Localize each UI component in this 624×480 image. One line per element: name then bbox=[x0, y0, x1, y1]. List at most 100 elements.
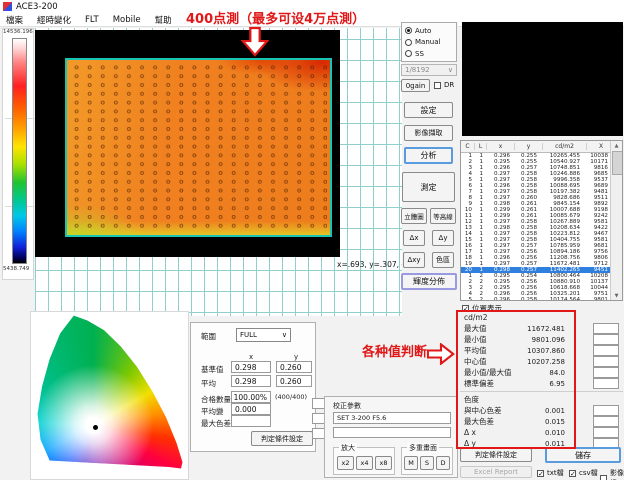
radio-auto[interactable]: Auto bbox=[405, 27, 456, 35]
luminance-dist-button[interactable]: 輝度分佈 bbox=[401, 273, 457, 290]
stats-divider bbox=[460, 391, 623, 392]
right-arrow-icon bbox=[427, 343, 455, 365]
export-csv-checkbox[interactable]: csv檔 bbox=[569, 468, 598, 478]
col-x-header: x bbox=[249, 353, 253, 361]
measure-button[interactable]: 測定 bbox=[402, 172, 455, 202]
image-capture-button[interactable]: 影像擷取 bbox=[404, 125, 453, 141]
col-y-header: y bbox=[294, 353, 298, 361]
range-panel: 範圍 FULL ∨ x y 基準值 0.298 0.260 平均 0.298 0… bbox=[190, 322, 316, 452]
multi-s-button[interactable]: S bbox=[420, 456, 434, 470]
radio-ss-label: SS bbox=[415, 50, 424, 58]
annotation-point-count: 400点測（最多可设4万点測） bbox=[186, 8, 365, 27]
dr-label: DR bbox=[444, 81, 454, 89]
radio-manual[interactable]: Manual bbox=[405, 38, 456, 46]
colorbar-gradient bbox=[12, 38, 27, 264]
stats-lum-rows: 最大值11672.481最小值9801.096平均值10307.860中心值10… bbox=[460, 323, 623, 389]
gain-button[interactable]: 0gain bbox=[401, 79, 430, 92]
ref-y-field[interactable]: 0.260 bbox=[276, 361, 312, 373]
pass-count-label: 合格數量 bbox=[201, 394, 231, 405]
calibration-title: 校正參數 bbox=[333, 401, 361, 411]
zoom-x8-button[interactable]: x8 bbox=[375, 456, 392, 470]
max-colordiff-label: 最大色差 bbox=[201, 418, 231, 429]
stat-row: 最大色差0.015 bbox=[460, 416, 623, 427]
export-image-checkbox[interactable]: 影像檔 bbox=[600, 468, 624, 480]
max-colordiff-field[interactable] bbox=[231, 415, 271, 427]
table-scrollbar[interactable]: ▲ ▼ bbox=[610, 141, 622, 300]
dr-checkbox-icon bbox=[434, 82, 441, 89]
camera-preview[interactable] bbox=[462, 22, 623, 136]
pass-percent-field: 100.00% bbox=[231, 391, 271, 403]
radio-auto-label: Auto bbox=[415, 27, 431, 35]
radio-auto-icon bbox=[405, 27, 412, 34]
txt-label: txt檔 bbox=[547, 468, 564, 478]
colorbar-min-label: 5438.749 bbox=[3, 266, 29, 272]
export-txt-checkbox[interactable]: txt檔 bbox=[537, 468, 564, 478]
menu-item-time-change[interactable]: 經時變化 bbox=[37, 14, 71, 26]
multi-screen-group: 多重畫面 M S D bbox=[401, 447, 453, 475]
calibration-value-field[interactable]: SET 3-200 F5.6 bbox=[333, 412, 451, 424]
color-area-button[interactable]: 色區 bbox=[432, 252, 454, 268]
multi-d-button[interactable]: D bbox=[436, 456, 450, 470]
judge-setting-button-right[interactable]: 判定條件設定 bbox=[460, 448, 532, 462]
ref-x-field[interactable]: 0.298 bbox=[231, 361, 271, 373]
zoom-group: 放大 x2 x4 x8 bbox=[333, 447, 395, 475]
judge-result-box bbox=[593, 378, 619, 389]
menu-item-file[interactable]: 檔案 bbox=[6, 14, 23, 26]
radio-manual-label: Manual bbox=[415, 38, 440, 46]
shutter-select[interactable]: 1/8192 ∨ bbox=[401, 64, 457, 76]
measurement-table-body[interactable]: 110.2960.25510265.45510038210.2950.25510… bbox=[461, 153, 622, 301]
judge-result-box bbox=[593, 416, 619, 427]
zoom-x4-button[interactable]: x4 bbox=[356, 456, 373, 470]
range-select[interactable]: FULL ∨ bbox=[236, 328, 291, 342]
menu-item-help[interactable]: 幫助 bbox=[155, 14, 172, 26]
measurement-table[interactable]: C L x y cd/m2 X 110.2960.25510265.455100… bbox=[460, 140, 623, 301]
analyze-button[interactable]: 分析 bbox=[404, 147, 453, 164]
avg-variation-field[interactable]: 0.000 bbox=[231, 403, 271, 415]
delta-x-button[interactable]: Δx bbox=[403, 230, 425, 246]
judge-setting-button-mid[interactable]: 判定條件設定 bbox=[251, 431, 313, 446]
judge-result-box bbox=[593, 405, 619, 416]
annotation-judge: 各种值判断 bbox=[362, 341, 427, 360]
scroll-down-icon[interactable]: ▼ bbox=[611, 291, 622, 300]
scrollbar-thumb[interactable] bbox=[612, 151, 623, 175]
menu-item-flt[interactable]: FLT bbox=[85, 15, 99, 25]
luminance-heatmap[interactable] bbox=[65, 58, 332, 237]
contour-button[interactable]: 等高線 bbox=[430, 208, 456, 224]
menu-item-mobile[interactable]: Mobile bbox=[113, 15, 141, 25]
judge-result-box bbox=[593, 334, 619, 345]
capture-mode-group: Auto Manual SS bbox=[401, 22, 457, 62]
stats-panel: cd/m2 最大值11672.481最小值9801.096平均值10307.86… bbox=[460, 312, 623, 449]
judge-result-box bbox=[593, 345, 619, 356]
colorbar-max-label: 14536.196 bbox=[3, 29, 33, 35]
avg-x-field[interactable]: 0.298 bbox=[231, 375, 271, 387]
dr-checkbox[interactable]: DR bbox=[434, 81, 454, 89]
scroll-up-icon[interactable]: ▲ bbox=[611, 141, 622, 150]
shutter-value: 1/8192 bbox=[405, 66, 430, 74]
table-row[interactable]: 520.2960.25810174.5649801 bbox=[461, 297, 622, 301]
radio-ss[interactable]: SS bbox=[405, 50, 456, 58]
excel-report-button: Excel Report bbox=[460, 466, 532, 478]
table-header: C L x y cd/m2 X bbox=[461, 141, 622, 153]
down-arrow-icon bbox=[241, 26, 269, 58]
calibration-value2-field[interactable] bbox=[333, 427, 451, 438]
txt-check-icon bbox=[537, 470, 544, 477]
delta-xy-button[interactable]: Δxy bbox=[403, 252, 425, 268]
view-3d-button[interactable]: 立體圖 bbox=[401, 208, 427, 224]
stat-row: 最小值9801.096 bbox=[460, 334, 623, 345]
save-button[interactable]: 儲存 bbox=[545, 447, 621, 463]
window-title: ACE3-200 bbox=[16, 2, 58, 12]
judge-result-box bbox=[593, 323, 619, 334]
multi-m-button[interactable]: M bbox=[404, 456, 418, 470]
cie-chromaticity-diagram[interactable] bbox=[33, 314, 184, 475]
stat-row: 平均值10307.860 bbox=[460, 345, 623, 356]
heatmap-panel[interactable] bbox=[35, 30, 340, 257]
position-display-check-icon bbox=[462, 305, 469, 312]
pass-count-value: (400/400) bbox=[275, 393, 307, 401]
settings-button[interactable]: 設定 bbox=[404, 102, 453, 118]
cie-measurement-point bbox=[93, 425, 98, 430]
avg-y-field[interactable]: 0.260 bbox=[276, 375, 312, 387]
stat-row: 最大值11672.481 bbox=[460, 323, 623, 334]
avg-variation-label: 平均變 bbox=[201, 406, 224, 417]
zoom-x2-button[interactable]: x2 bbox=[337, 456, 354, 470]
delta-y-button[interactable]: Δy bbox=[432, 230, 454, 246]
